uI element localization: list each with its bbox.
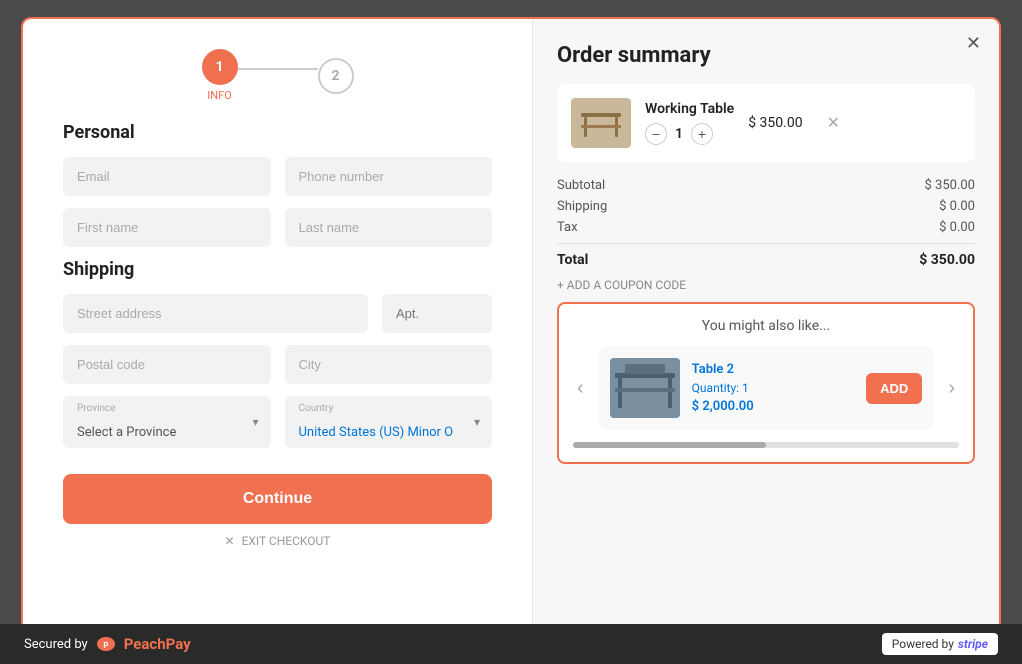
subtotal-value: $ 350.00 (925, 178, 976, 193)
product-card: Working Table − 1 + $ 350.00 ✕ (557, 84, 975, 162)
tax-row: Tax $ 0.00 (557, 220, 975, 235)
step-2-circle[interactable]: 2 (318, 58, 354, 94)
step-1-label: INFO (207, 89, 232, 102)
total-value: $ 350.00 (919, 252, 975, 268)
total-row: Total $ 350.00 (557, 252, 975, 268)
postal-field[interactable] (63, 345, 271, 384)
step-2-number: 2 (331, 68, 339, 84)
upsell-product-name: Table 2 (692, 362, 854, 377)
overlay: 1 INFO 2 Personal (0, 0, 1022, 664)
upsell-qty-row: Quantity: 1 (692, 381, 854, 395)
step-1-wrapper: 1 INFO (202, 49, 238, 102)
exit-icon: ✕ (225, 534, 235, 548)
product-name: Working Table (645, 101, 734, 117)
subtotal-label: Subtotal (557, 178, 605, 193)
shipping-row: Shipping $ 0.00 (557, 199, 975, 214)
email-field[interactable] (63, 157, 271, 196)
upsell-info: Table 2 Quantity: 1 $ 2,000.00 (692, 362, 854, 414)
exit-label: EXIT CHECKOUT (242, 534, 331, 548)
shipping-label: Shipping (557, 199, 607, 214)
qty-control: − 1 + (645, 123, 734, 145)
shipping-row-3: Province Select a Province ▾ Country Uni… (63, 396, 492, 448)
personal-row-2 (63, 208, 492, 247)
exit-checkout-link[interactable]: ✕ EXIT CHECKOUT (63, 534, 492, 548)
qty-decrease-button[interactable]: − (645, 123, 667, 145)
upsell-add-button[interactable]: ADD (866, 373, 922, 404)
upsell-price: $ 2,000.00 (692, 399, 854, 414)
shipping-heading: Shipping (63, 259, 492, 280)
country-arrow-icon: ▾ (474, 415, 480, 429)
upsell-inner: ‹ Ta (573, 346, 959, 430)
country-label: Country (299, 403, 334, 414)
province-value: Select a Province (77, 425, 176, 440)
tax-label: Tax (557, 220, 578, 235)
left-panel: 1 INFO 2 Personal (23, 19, 533, 645)
footer-left: Secured by P PeachPay (24, 635, 191, 653)
subtotal-row: Subtotal $ 350.00 (557, 178, 975, 193)
upsell-qty-value: 1 (742, 381, 749, 395)
upsell-card: Table 2 Quantity: 1 $ 2,000.00 ADD (598, 346, 935, 430)
province-label: Province (77, 403, 116, 414)
upsell-prev-button[interactable]: ‹ (573, 373, 588, 404)
street-field[interactable] (63, 294, 368, 333)
shipping-row-1 (63, 294, 492, 333)
shipping-value: $ 0.00 (939, 199, 975, 214)
tax-value: $ 0.00 (939, 220, 975, 235)
step-line (238, 68, 318, 70)
lastname-field[interactable] (285, 208, 493, 247)
upsell-box: You might also like... ‹ (557, 302, 975, 464)
continue-button[interactable]: Continue (63, 474, 492, 524)
qty-increase-button[interactable]: + (691, 123, 713, 145)
totals-divider (557, 243, 975, 244)
country-wrapper[interactable]: Country United States (US) Minor O ▾ (285, 396, 493, 448)
upsell-next-button[interactable]: › (944, 373, 959, 404)
checkout-modal: 1 INFO 2 Personal (21, 17, 1001, 647)
order-summary-title: Order summary (557, 43, 975, 68)
country-value: United States (US) Minor O (299, 425, 454, 440)
footer-secured-label: Secured by (24, 637, 88, 652)
upsell-qty-label: Quantity: (692, 381, 739, 395)
svg-text:P: P (103, 641, 108, 650)
close-button[interactable]: ✕ (966, 33, 981, 54)
province-arrow-icon: ▾ (252, 415, 258, 429)
remove-product-button[interactable]: ✕ (827, 113, 840, 133)
product-image (571, 98, 631, 148)
stepper: 1 INFO 2 (63, 49, 492, 102)
personal-row-1 (63, 157, 492, 196)
step-2-wrapper: 2 (318, 58, 354, 94)
personal-heading: Personal (63, 122, 492, 143)
coupon-link[interactable]: + ADD A COUPON CODE (557, 278, 975, 292)
province-wrapper[interactable]: Province Select a Province ▾ (63, 396, 271, 448)
apt-field[interactable] (382, 294, 492, 333)
right-panel: ✕ Order summary Working Table − (533, 19, 999, 645)
firstname-field[interactable] (63, 208, 271, 247)
upsell-scrollbar-thumb (573, 442, 766, 448)
peachpay-icon: P (96, 636, 116, 652)
footer-brand: PeachPay (124, 635, 191, 653)
footer-right: Powered by stripe (882, 633, 998, 655)
footer: Secured by P PeachPay Powered by stripe (0, 624, 1022, 664)
total-label: Total (557, 252, 588, 268)
step-1-number: 1 (215, 59, 223, 75)
stripe-label: stripe (958, 637, 988, 651)
step-1-circle[interactable]: 1 (202, 49, 238, 85)
upsell-scrollbar[interactable] (573, 442, 959, 448)
qty-value: 1 (675, 126, 683, 142)
shipping-row-2 (63, 345, 492, 384)
upsell-product-image (610, 358, 680, 418)
product-price: $ 350.00 (748, 115, 802, 131)
product-info: Working Table − 1 + (645, 101, 734, 145)
upsell-title: You might also like... (573, 318, 959, 334)
city-field[interactable] (285, 345, 493, 384)
footer-powered-label: Powered by (892, 637, 954, 651)
phone-field[interactable] (285, 157, 493, 196)
